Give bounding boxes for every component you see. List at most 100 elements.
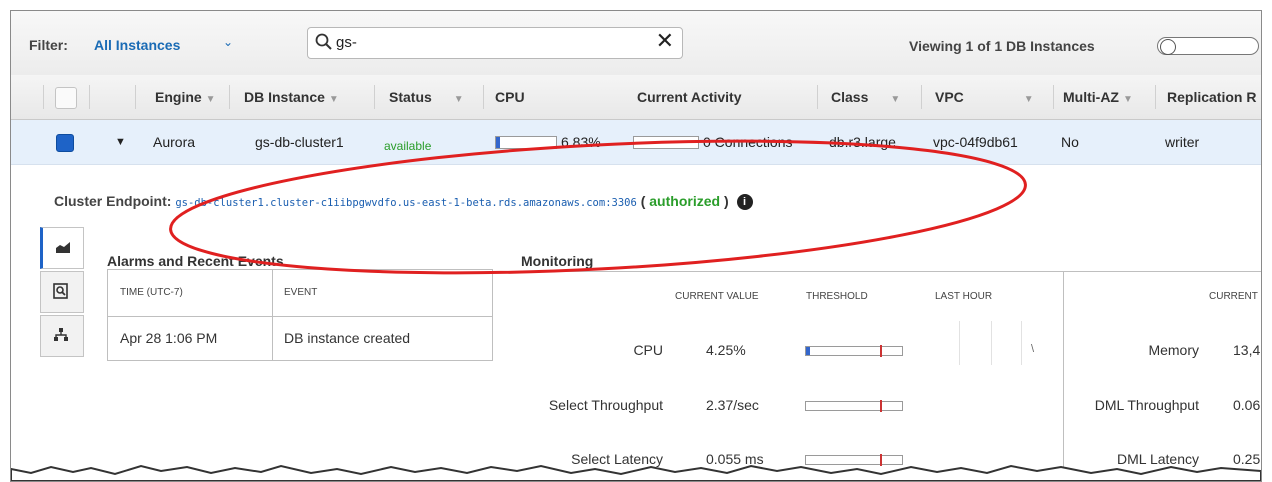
threshold-marker xyxy=(880,400,882,412)
column-divider xyxy=(1155,85,1156,109)
sort-caret-icon: ▼ xyxy=(1023,94,1034,105)
column-divider xyxy=(374,85,375,109)
endpoint-open-paren: ( xyxy=(640,193,646,209)
tab-topology[interactable] xyxy=(40,315,84,357)
cell-db-instance[interactable]: gs-db-cluster1 xyxy=(255,134,344,150)
metric-memory-label: Memory xyxy=(1148,342,1199,358)
select-all-checkbox[interactable] xyxy=(55,87,77,109)
column-multi-az[interactable]: Multi-AZ ▼ xyxy=(1063,89,1133,105)
table-row[interactable]: ▼ Aurora gs-db-cluster1 available 6.83% … xyxy=(11,120,1261,165)
sort-caret-icon: ▼ xyxy=(453,94,464,105)
column-divider xyxy=(135,85,136,109)
endpoint-value[interactable]: gs-db-cluster1.cluster-c1iibpgwvdfo.us-e… xyxy=(175,197,636,209)
tab-details[interactable] xyxy=(40,271,84,313)
column-cpu[interactable]: CPU xyxy=(495,89,525,105)
toggle-knob[interactable] xyxy=(1160,39,1176,55)
metric-cpu-value: 4.25% xyxy=(706,342,746,358)
chart-icon xyxy=(56,242,70,253)
endpoint-status: authorized xyxy=(649,193,721,209)
alarms-header-time: TIME (UTC-7) xyxy=(120,287,183,298)
cpu-meter xyxy=(495,136,557,149)
column-vpc-label: VPC xyxy=(935,89,964,105)
metric-dml-throughput-value: 0.06 xyxy=(1233,397,1261,413)
filter-dropdown[interactable]: All Instances xyxy=(94,37,180,53)
column-divider xyxy=(43,85,44,109)
cell-current-activity: 0 Connections xyxy=(703,134,793,150)
cpu-sparkline: \ xyxy=(1031,343,1035,355)
column-divider xyxy=(921,85,922,109)
column-divider xyxy=(229,85,230,109)
column-divider xyxy=(817,85,818,109)
cell-replication-role: writer xyxy=(1165,134,1200,150)
cell-class: db.r3.large xyxy=(829,134,896,150)
cell-multi-az: No xyxy=(1061,134,1079,150)
cluster-endpoint: Cluster Endpoint: gs-db-cluster1.cluster… xyxy=(54,193,753,211)
cell-status: available xyxy=(384,139,432,153)
column-class[interactable]: Class ▼ xyxy=(831,89,900,105)
metric-memory-value: 13,4 xyxy=(1233,342,1261,358)
column-engine[interactable]: Engine ▼ xyxy=(155,89,216,105)
column-divider xyxy=(89,85,90,109)
detail-side-tabs xyxy=(40,227,84,359)
select-throughput-threshold-bar xyxy=(805,400,903,412)
column-current-activity[interactable]: Current Activity xyxy=(637,89,742,105)
column-replication-role[interactable]: Replication R xyxy=(1167,89,1256,105)
view-toggle[interactable] xyxy=(1157,37,1259,55)
tab-monitoring[interactable] xyxy=(40,227,84,269)
endpoint-close-paren: ) xyxy=(723,193,729,209)
metric-select-throughput-value: 2.37/sec xyxy=(706,397,759,413)
chevron-down-icon[interactable]: ⌄ xyxy=(223,35,233,49)
hierarchy-icon xyxy=(54,328,68,341)
search-input[interactable]: gs- ✕ xyxy=(307,27,683,59)
column-db-instance[interactable]: DB Instance ▼ xyxy=(244,89,339,105)
monitoring-title: Monitoring xyxy=(521,253,594,269)
filter-label: Filter: xyxy=(29,37,68,53)
metric-dml-throughput-label: DML Throughput xyxy=(1094,397,1199,413)
column-divider xyxy=(1053,85,1054,109)
threshold-marker xyxy=(880,345,882,357)
viewing-count: Viewing 1 of 1 DB Instances xyxy=(909,38,1095,54)
row-checkbox[interactable] xyxy=(56,134,74,152)
column-engine-label: Engine xyxy=(155,89,202,105)
sort-caret-icon: ▼ xyxy=(328,94,339,105)
sort-caret-icon: ▼ xyxy=(205,94,216,105)
close-icon[interactable]: ✕ xyxy=(656,28,674,54)
cell-vpc[interactable]: vpc-04f9db61 xyxy=(933,134,1018,150)
search-value: gs- xyxy=(336,34,357,51)
alarms-header-event: EVENT xyxy=(284,287,318,298)
metric-select-throughput-label: Select Throughput xyxy=(548,397,663,413)
sparkline-grid xyxy=(959,321,960,365)
cpu-meter-fill xyxy=(496,137,500,148)
table-header: Engine ▼ DB Instance ▼ Status ▼ CPU Current… xyxy=(11,75,1261,120)
search-icon xyxy=(315,33,332,50)
alarm-time: Apr 28 1:06 PM xyxy=(120,330,218,346)
sparkline-grid xyxy=(991,321,992,365)
info-icon[interactable]: i xyxy=(736,194,753,211)
activity-meter xyxy=(633,136,699,149)
column-db-instance-label: DB Instance xyxy=(244,89,325,105)
column-class-label: Class xyxy=(831,89,869,105)
instance-details: Cluster Endpoint: gs-db-cluster1.cluster… xyxy=(11,165,1261,481)
column-divider xyxy=(483,85,484,109)
torn-edge-decoration xyxy=(11,464,1261,481)
endpoint-label: Cluster Endpoint: xyxy=(54,193,172,209)
cpu-threshold-bar xyxy=(805,345,903,357)
rds-console-panel: Filter: All Instances ⌄ gs- ✕ Viewing 1 … xyxy=(10,10,1262,482)
filter-bar: Filter: All Instances ⌄ gs- ✕ Viewing 1 … xyxy=(11,11,1261,76)
alarm-event: DB instance created xyxy=(284,330,411,346)
column-status-label: Status xyxy=(389,89,432,105)
threshold-fill xyxy=(806,347,810,355)
header-current-value: CURRENT VALUE xyxy=(675,291,759,302)
cell-cpu: 6.83% xyxy=(561,134,601,150)
cell-engine: Aurora xyxy=(153,134,196,150)
sort-caret-icon: ▼ xyxy=(1122,94,1133,105)
monitoring-divider xyxy=(495,271,1261,272)
column-multi-az-label: Multi-AZ xyxy=(1063,89,1119,105)
header-threshold: THRESHOLD xyxy=(806,291,868,302)
monitoring-divider xyxy=(1063,271,1064,481)
sparkline-grid xyxy=(1021,321,1022,365)
column-status[interactable]: Status ▼ xyxy=(389,89,464,105)
expand-caret-icon[interactable]: ▼ xyxy=(115,136,126,148)
sort-caret-icon: ▼ xyxy=(890,94,901,105)
column-vpc[interactable]: VPC ▼ xyxy=(935,89,1034,105)
